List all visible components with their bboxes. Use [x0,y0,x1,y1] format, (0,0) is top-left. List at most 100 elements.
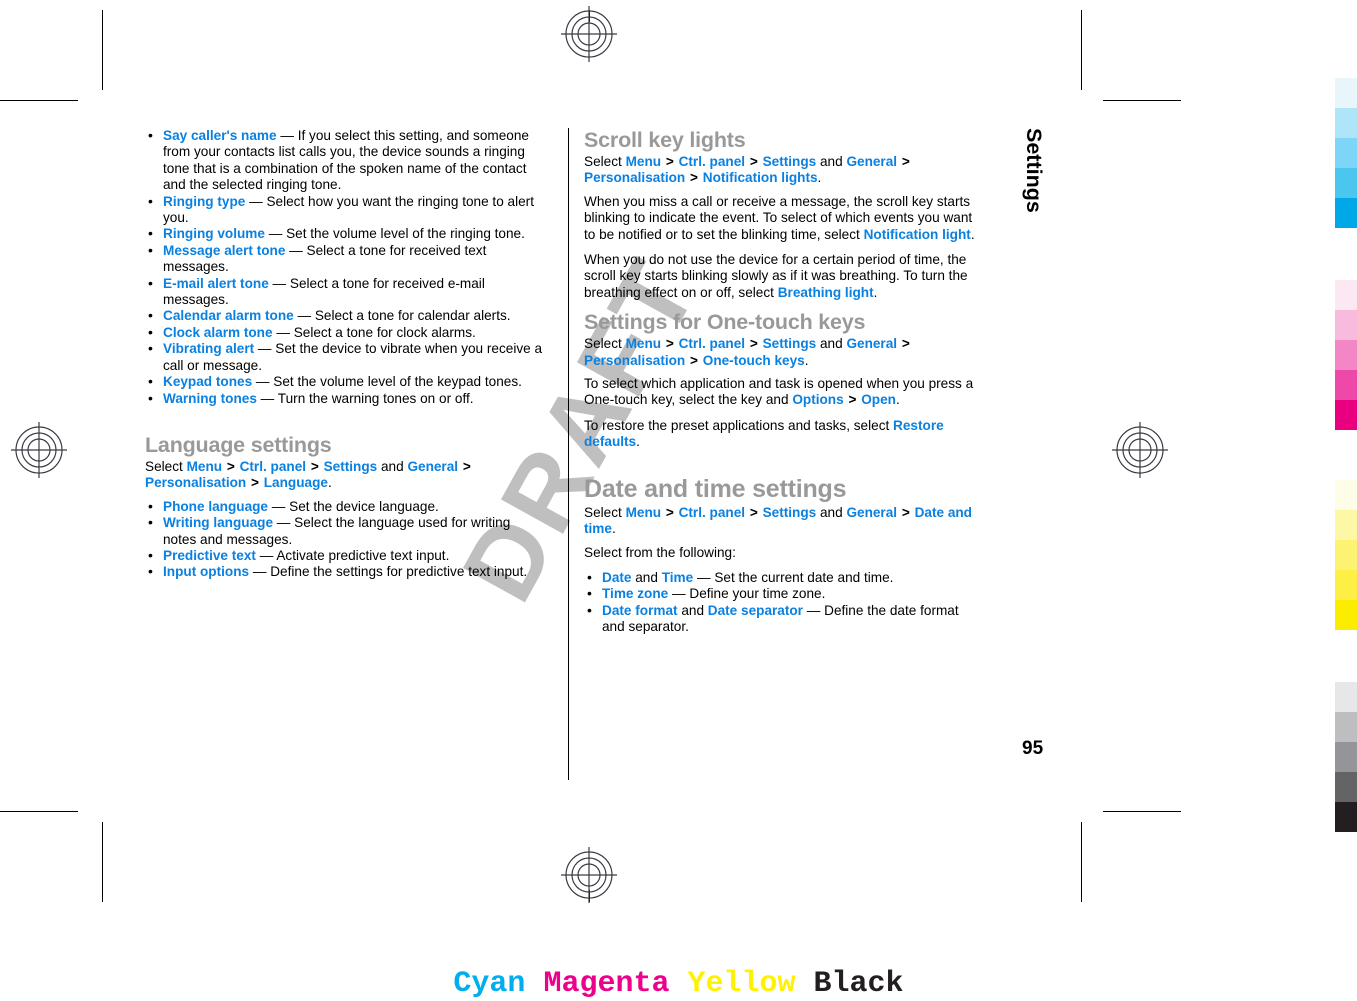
list-item: Time zone — Define your time zone. [584,585,984,602]
path-ctrl-panel: Ctrl. panel [678,336,746,352]
list-item: Clock alarm tone — Select a tone for clo… [145,324,545,341]
color-swatch-black-2 [1335,712,1357,742]
inline-setting-link: Breathing light [777,284,874,300]
color-swatch-magenta-3 [1335,340,1357,370]
path-select: Select [584,504,622,520]
section-heading-language-settings: Language settings [145,432,332,457]
section-heading-scroll-key-lights: Scroll key lights [584,128,746,152]
list-item: Input options — Define the settings for … [145,563,545,580]
setting-term: Time zone [602,586,669,602]
list-item: Say caller's name — If you select this s… [145,127,545,194]
paragraph-notification-light: When you miss a call or receive a messag… [584,194,984,243]
column-divider [568,128,570,780]
setting-term: Date format [602,602,678,618]
setting-term: Input options [163,564,250,580]
setting-description: — Set the device language. [268,498,439,514]
setting-term: Date [602,569,632,585]
list-item: Predictive text — Activate predictive te… [145,547,545,564]
list-item: E-mail alert tone — Select a tone for re… [145,275,545,309]
language-settings-list: Phone language — Set the device language… [145,498,545,581]
right-column: Scroll key lights Select Menu > Ctrl. pa… [584,128,984,636]
color-swatch-yellow-1 [1335,480,1357,510]
path-last: Notification lights [702,170,818,186]
path-period: . [817,170,822,186]
list-item: Warning tones — Turn the warning tones o… [145,389,545,407]
setting-term: Phone language [163,498,268,514]
path-separator: > [665,154,674,169]
path-personalisation: Personalisation [584,352,686,368]
color-bar-cyan [1335,78,1357,228]
list-item: Date format and Date separator — Define … [584,602,984,636]
list-item: Phone language — Set the device language… [145,498,545,515]
list-item: Ringing type — Select how you want the r… [145,193,545,227]
setting-description: — Set the current date and time. [693,569,894,585]
list-item: Keypad tones — Set the volume level of t… [145,373,545,390]
path-menu: Menu [625,504,662,520]
setting-term: Say caller's name [163,128,277,143]
path-general: General [846,154,898,169]
path-settings: Settings [762,336,817,352]
path-separator: > [749,154,758,169]
path-and: and [819,154,843,169]
setting-description: — Select a tone for calendar alerts. [293,308,511,324]
path-personalisation: Personalisation [584,170,686,186]
color-label-black: Black [813,967,904,1001]
paragraph-open-one-touch: To select which application and task is … [584,376,984,409]
path-separator: > [226,458,235,474]
paragraph-breathing-light: When you do not use the device for a cer… [584,252,984,301]
left-column: Say caller's name — If you select this s… [145,127,545,581]
path-and: and [380,458,404,474]
menu-path-date-and-time: Select Menu > Ctrl. panel > Settings and… [584,505,984,538]
path-last: One-touch keys [702,352,805,368]
path-separator: > [665,504,674,520]
path-select: Select [145,458,183,474]
path-separator: > [310,458,319,474]
setting-term: Message alert tone [163,242,286,258]
color-swatch-cyan-1 [1335,78,1357,108]
path-select: Select [584,154,622,169]
color-swatch-magenta-5 [1335,400,1357,430]
path-period: . [804,352,809,368]
path-ctrl-panel: Ctrl. panel [239,458,307,474]
setting-term: Ringing type [163,193,246,209]
color-label-gap [796,967,814,1001]
path-separator: > [901,336,910,352]
color-swatch-yellow-2 [1335,510,1357,540]
inline-setting-link: Notification light [863,226,971,242]
path-separator: > [690,170,698,186]
path-settings: Settings [323,458,378,474]
setting-description: — Define the settings for predictive tex… [249,564,528,580]
color-bar-black [1335,682,1357,832]
color-swatch-cyan-4 [1335,168,1357,198]
path-separator: > [848,392,857,408]
date-time-settings-list: Date and Time — Set the current date and… [584,569,984,636]
inline-setting-link-open: Open [861,392,896,408]
setting-term-join: and [631,569,662,585]
list-item: Writing language — Select the language u… [145,514,545,548]
path-separator: > [901,504,910,520]
menu-path-scroll-key-lights: Select Menu > Ctrl. panel > Settings and… [584,154,984,187]
path-general: General [846,336,898,352]
setting-description: — Define your time zone. [668,586,826,602]
list-item: Message alert tone — Select a tone for r… [145,242,545,276]
paragraph-text-end: . [970,226,975,242]
section-heading-date-and-time: Date and time settings [584,474,847,503]
path-last: Language [263,475,328,491]
color-swatch-black-4 [1335,772,1357,802]
setting-term-secondary: Date separator [707,602,803,618]
path-menu: Menu [625,336,662,352]
path-and: and [819,504,843,520]
setting-description: — Set the volume level of the ringing to… [264,226,525,242]
path-settings: Settings [762,504,817,520]
paragraph-text: To restore the preset applications and t… [584,417,894,433]
color-swatch-cyan-2 [1335,108,1357,138]
path-personalisation: Personalisation [145,475,247,491]
paragraph-select-following: Select from the following: [584,544,736,560]
color-swatch-yellow-5 [1335,600,1357,630]
path-ctrl-panel: Ctrl. panel [678,154,746,169]
color-swatch-yellow-3 [1335,540,1357,570]
setting-description: — Set the volume level of the keypad ton… [252,374,522,390]
paragraph-text-end: . [895,392,900,408]
list-item: Ringing volume — Set the volume level of… [145,225,545,242]
setting-term: Vibrating alert [163,341,255,357]
